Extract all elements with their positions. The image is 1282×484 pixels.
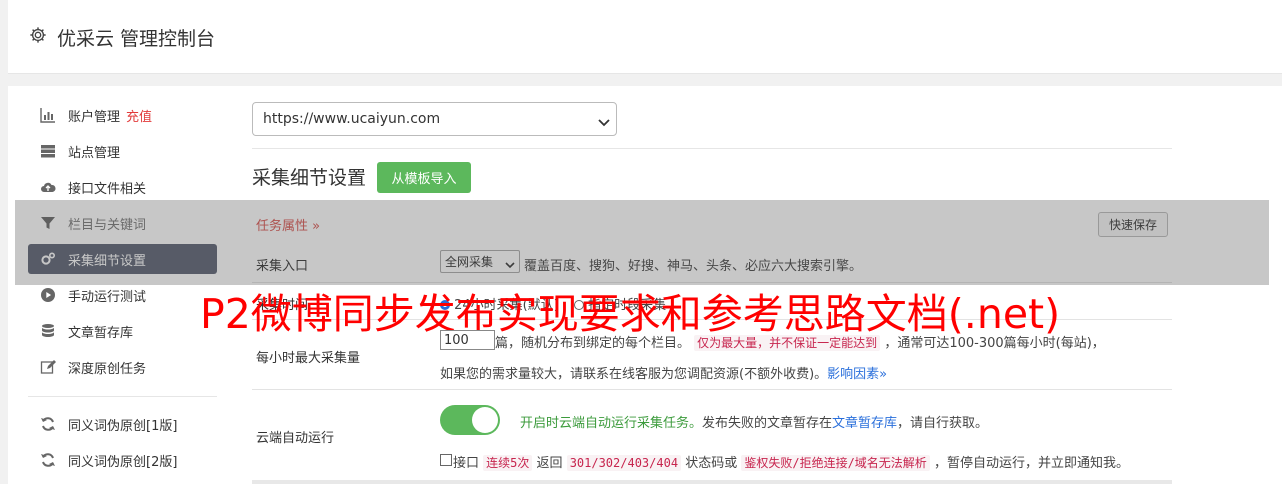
sidebar-item-label: 站点管理 xyxy=(68,145,121,161)
sidebar-item-label: 账户管理 xyxy=(68,109,121,125)
checkbox-label: 接口 xyxy=(453,456,480,471)
chevron-down-icon xyxy=(598,115,610,131)
sidebar-item-interface[interactable]: 接口文件相关 xyxy=(28,172,217,202)
server-icon xyxy=(39,143,56,160)
sidebar-divider xyxy=(28,396,217,397)
sidebar-item-label: 接口文件相关 xyxy=(68,181,147,197)
site-select[interactable]: https://www.ucaiyun.com xyxy=(252,102,617,136)
code-consecutive: 连续5次 xyxy=(483,455,533,471)
sidebar-item-article-store[interactable]: 文章暂存库 xyxy=(28,316,217,346)
cloud-run-toggle[interactable] xyxy=(440,405,500,435)
page-title: 优采云 管理控制台 xyxy=(57,28,216,50)
max-rate-note: 如果您的需求量较大，请联系在线客服为您调配资源(不额外收费)。影响因素» xyxy=(440,363,887,382)
max-rate-input[interactable]: 100 xyxy=(440,330,495,350)
max-rate-label: 每小时最大采集量 xyxy=(256,351,361,366)
article-store-link[interactable]: 文章暂存库 xyxy=(832,416,897,431)
text-return: 返回 xyxy=(536,456,563,471)
max-rate-text-3: 如果您的需求量较大，请联系在线客服为您调配资源(不额外收费)。 xyxy=(440,367,828,382)
cloud-run-label: 云端自动运行 xyxy=(256,431,335,446)
sidebar-item-deep-original[interactable]: 深度原创任务 xyxy=(28,352,217,382)
dim-overlay xyxy=(15,200,1269,285)
sidebar-item-label: 手动运行测试 xyxy=(68,289,147,305)
sidebar-item-synonym-v2[interactable]: 同义词伪原创[2版] xyxy=(28,445,217,475)
cloud-run-desc: 开启时云端自动运行采集任务。发布失败的文章暂存在文章暂存库，请自行获取。 xyxy=(520,412,988,431)
factors-link[interactable]: 影响因素» xyxy=(827,367,887,382)
max-rate-warning: 仅为最大量，并不保证一定能达到 xyxy=(694,335,881,351)
cloud-run-on-text: 开启时云端自动运行采集任务。 xyxy=(520,416,703,431)
play-circle-icon xyxy=(39,287,56,304)
bottom-divider xyxy=(252,480,1172,484)
code-auth-fail: 鉴权失败/拒绝连接/域名无法解析 xyxy=(741,455,930,471)
sidebar-item-sites[interactable]: 站点管理 xyxy=(28,136,217,166)
cloud-upload-icon xyxy=(39,179,56,196)
header-bar: 优采云 管理控制台 xyxy=(8,0,1282,74)
section-title: 采集细节设置 xyxy=(252,167,367,189)
text-status-or: 状态码或 xyxy=(685,456,738,471)
max-rate-text-2: ，通常可达100-300篇每小时(每站)， xyxy=(884,336,1105,351)
edit-icon xyxy=(39,359,56,376)
pause-on-error-checkbox[interactable] xyxy=(440,454,452,466)
sidebar-item-synonym-v1[interactable]: 同义词伪原创[1版] xyxy=(28,409,217,439)
max-rate-row: 每小时最大采集量 100 篇，随机分布到绑定的每个栏目。 仅为最大量，并不保证一… xyxy=(252,320,1172,390)
max-rate-text-1: 篇，随机分布到绑定的每个栏目。 xyxy=(495,336,691,351)
import-template-button[interactable]: 从模板导入 xyxy=(377,162,471,193)
site-select-value: https://www.ucaiyun.com xyxy=(263,111,441,127)
sidebar-item-label: 深度原创任务 xyxy=(68,361,147,377)
toggle-knob xyxy=(472,407,498,433)
max-rate-text: 篇，随机分布到绑定的每个栏目。 仅为最大量，并不保证一定能达到 ，通常可达100… xyxy=(495,332,1105,351)
sidebar-item-label: 同义词伪原创[1版] xyxy=(68,418,178,434)
sidebar-item-account[interactable]: 账户管理 充值 xyxy=(28,100,217,130)
sidebar-item-label: 文章暂存库 xyxy=(68,325,134,341)
cloud-run-text-1: 发布失败的文章暂存在 xyxy=(702,416,833,431)
cloud-run-text-2: ，请自行获取。 xyxy=(897,416,989,431)
refresh-icon xyxy=(39,416,56,433)
divider xyxy=(252,148,1172,149)
pause-on-error-text: 接口 连续5次 返回 301/302/403/404 状态码或 鉴权失败/拒绝连… xyxy=(453,452,1129,471)
database-icon xyxy=(39,323,56,340)
refresh-icon xyxy=(39,452,56,469)
sidebar-item-label: 同义词伪原创[2版] xyxy=(68,454,178,470)
text-pause: ，暂停自动运行，并立即通知我。 xyxy=(933,456,1129,471)
cloud-run-row: 云端自动运行 开启时云端自动运行采集任务。发布失败的文章暂存在文章暂存库，请自行… xyxy=(252,390,1172,484)
recharge-link[interactable]: 充值 xyxy=(126,106,152,125)
gear-icon xyxy=(29,26,47,44)
code-status: 301/302/403/404 xyxy=(566,455,682,471)
bar-chart-icon xyxy=(39,107,56,124)
